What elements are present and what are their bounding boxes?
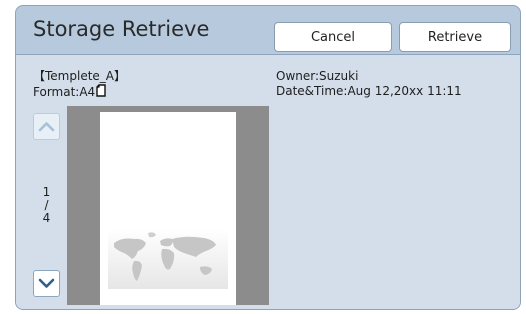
dialog-body: 【Templete_A】 Format:A4 Owner:Suzuki Date…: [16, 55, 520, 309]
format-label: Format:A4: [33, 85, 96, 99]
page-down-button[interactable]: [33, 270, 60, 297]
preview-page: [100, 112, 236, 305]
owner-info: Owner:Suzuki: [276, 69, 359, 83]
portrait-page-icon: [96, 84, 106, 97]
chevron-down-icon: [38, 278, 55, 288]
dialog-title: Storage Retrieve: [33, 17, 210, 41]
date-time-info: Date&Time:Aug 12,20xx 11:11: [276, 84, 462, 98]
world-map-image: [108, 229, 228, 289]
retrieve-button[interactable]: Retrieve: [399, 22, 511, 52]
document-preview: [67, 106, 269, 305]
page-up-button[interactable]: [33, 113, 60, 140]
storage-retrieve-dialog: Storage Retrieve Cancel Retrieve 【Temple…: [15, 5, 521, 310]
cancel-button[interactable]: Cancel: [274, 22, 392, 52]
total-pages: 4: [42, 211, 51, 225]
page-indicator: 1 / 4: [33, 186, 60, 225]
chevron-up-icon: [38, 122, 55, 132]
template-name: 【Templete_A】: [33, 69, 126, 83]
format-info: Format:A4: [33, 84, 106, 100]
dialog-header: Storage Retrieve Cancel Retrieve: [16, 6, 520, 55]
